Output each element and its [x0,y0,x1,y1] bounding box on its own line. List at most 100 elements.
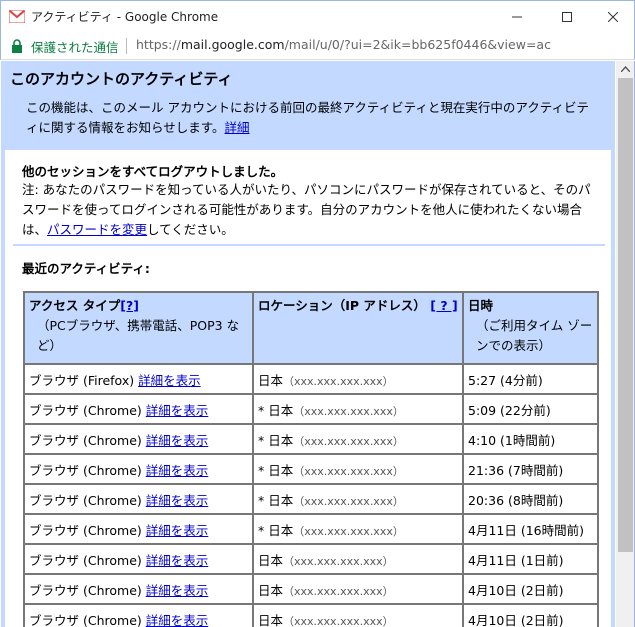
vertical-scrollbar[interactable] [616,61,635,627]
ip-address: （xxx.xxx.xxx.xxx） [293,405,404,418]
ip-address: （xxx.xxx.xxx.xxx） [293,495,404,508]
maximize-button[interactable] [545,1,589,33]
change-password-link[interactable]: パスワードを変更 [47,222,147,237]
table-row: ブラウザ (Chrome) 詳細を表示 * 日本（xxx.xxx.xxx.xxx）… [23,423,599,455]
access-text: ブラウザ (Chrome) [29,583,142,598]
location-text: 日本 [258,373,284,388]
location-help-link[interactable]: [ ? ] [430,298,457,313]
close-icon [608,12,618,22]
cell-access: ブラウザ (Chrome) 詳細を表示 [23,573,254,605]
intro-body: この機能は、このメール アカウントにおける前回の最終アクティビティと現在実行中の… [26,100,589,135]
show-details-link[interactable]: 詳細を表示 [146,553,209,568]
url-text[interactable]: https://mail.google.com/mail/u/0/?ui=2&i… [136,37,551,52]
access-text: ブラウザ (Chrome) [29,523,142,538]
show-details-link[interactable]: 詳細を表示 [146,403,209,418]
maximize-icon [562,12,572,22]
access-text: ブラウザ (Chrome) [29,403,142,418]
table-header-row: アクセス タイプ[?] （PCブラウザ、携帯電話、POP3 など） ロケーション（… [23,291,599,365]
intro-text: この機能は、このメール アカウントにおける前回の最終アクティビティと現在実行中の… [26,98,596,138]
cell-location: 日本（xxx.xxx.xxx.xxx） [252,543,464,575]
header-location: ロケーション（IP アドレス） [ ? ] [252,291,464,365]
table-row: ブラウザ (Chrome) 詳細を表示 日本（xxx.xxx.xxx.xxx） 4月… [23,573,599,605]
notice-text: 注: あなたのパスワードを知っている人がいたり、パソコンにパスワードが保存されて… [22,180,592,240]
show-details-link[interactable]: 詳細を表示 [146,523,209,538]
access-text: ブラウザ (Chrome) [29,463,142,478]
cell-location: * 日本（xxx.xxx.xxx.xxx） [252,483,464,515]
location-text: * 日本 [258,493,294,508]
location-text: * 日本 [258,523,294,538]
address-separator [126,38,127,54]
lock-icon [12,39,22,53]
location-text: * 日本 [258,403,294,418]
page-title: このアカウントのアクティビティ [10,70,233,88]
activity-panel: 他のセッションをすべてログアウトしました。 注: あなたのパスワードを知っている… [5,150,611,627]
access-text: ブラウザ (Firefox) [29,373,135,388]
cell-location: 日本（xxx.xxx.xxx.xxx） [252,573,464,605]
ip-address: （xxx.xxx.xxx.xxx） [293,465,404,478]
time-label: 日時 [468,298,494,313]
window-title: アクティビティ - Google Chrome [31,10,219,24]
access-text: ブラウザ (Chrome) [29,493,142,508]
cell-location: * 日本（xxx.xxx.xxx.xxx） [252,393,464,425]
show-details-link[interactable]: 詳細を表示 [138,373,201,388]
url-scheme: https:// [136,37,181,52]
ip-address: （xxx.xxx.xxx.xxx） [283,615,394,627]
access-text: ブラウザ (Chrome) [29,433,142,448]
cell-time: 4月11日 (16時間前) [462,513,599,545]
cell-location: * 日本（xxx.xxx.xxx.xxx） [252,513,464,545]
show-details-link[interactable]: 詳細を表示 [146,583,209,598]
table-row: ブラウザ (Chrome) 詳細を表示 * 日本（xxx.xxx.xxx.xxx）… [23,393,599,425]
scroll-up-arrow-icon[interactable] [621,66,630,72]
location-label: ロケーション（IP アドレス） [258,298,426,313]
ip-address: （xxx.xxx.xxx.xxx） [283,375,394,388]
minimize-icon [512,16,522,18]
table-row: ブラウザ (Firefox) 詳細を表示 日本（xxx.xxx.xxx.xxx） 5… [23,363,599,395]
cell-time: 21:36 (7時間前) [462,453,599,485]
location-text: 日本 [258,613,284,627]
cell-time: 20:36 (8時間前) [462,483,599,515]
page-content: このアカウントのアクティビティ この機能は、このメール アカウントにおける前回の… [1,61,615,627]
location-text: * 日本 [258,463,294,478]
show-details-link[interactable]: 詳細を表示 [146,433,209,448]
access-help-link[interactable]: [?] [120,298,139,313]
cell-access: ブラウザ (Chrome) 詳細を表示 [23,543,254,575]
show-details-link[interactable]: 詳細を表示 [146,613,209,627]
access-type-sub: （PCブラウザ、携帯電話、POP3 など） [37,318,240,353]
header-access-type: アクセス タイプ[?] （PCブラウザ、携帯電話、POP3 など） [23,291,254,365]
show-details-link[interactable]: 詳細を表示 [146,463,209,478]
scrollbar-thumb[interactable] [618,78,633,552]
cell-access: ブラウザ (Firefox) 詳細を表示 [23,363,254,395]
window-titlebar: アクティビティ - Google Chrome [0,0,635,32]
location-text: * 日本 [258,433,294,448]
cell-time: 4月10日 (2日前) [462,573,599,605]
table-row: ブラウザ (Chrome) 詳細を表示 日本（xxx.xxx.xxx.xxx） 4月… [23,543,599,575]
cell-time: 4:10 (1時間前) [462,423,599,455]
notice-title: 他のセッションをすべてログアウトしました。 [22,164,284,179]
table-row: ブラウザ (Chrome) 詳細を表示 * 日本（xxx.xxx.xxx.xxx）… [23,453,599,485]
show-details-link[interactable]: 詳細を表示 [146,493,209,508]
cell-access: ブラウザ (Chrome) 詳細を表示 [23,393,254,425]
ip-address: （xxx.xxx.xxx.xxx） [283,585,394,598]
close-button[interactable] [591,1,635,33]
address-bar[interactable]: 保護された通信 https://mail.google.com/mail/u/0… [0,32,635,60]
url-path: /mail/u/0/?ui=2&ik=bb625f0446&view=ac [284,37,551,52]
section-divider [13,244,605,246]
time-sub: （ご利用タイム ゾーンでの表示） [476,318,593,353]
location-text: 日本 [258,583,284,598]
secure-label: 保護された通信 [31,40,119,55]
access-type-label: アクセス タイプ [29,298,121,313]
gmail-icon [9,10,25,23]
cell-time: 5:27 (4分前) [462,363,599,395]
minimize-button[interactable] [495,1,539,33]
ip-address: （xxx.xxx.xxx.xxx） [293,525,404,538]
cell-location: * 日本（xxx.xxx.xxx.xxx） [252,453,464,485]
cell-location: 日本（xxx.xxx.xxx.xxx） [252,603,464,627]
table-row: ブラウザ (Chrome) 詳細を表示 日本（xxx.xxx.xxx.xxx） 4月… [23,603,599,627]
cell-access: ブラウザ (Chrome) 詳細を表示 [23,453,254,485]
location-text: 日本 [258,553,284,568]
url-host: mail.google.com [180,37,285,52]
details-link[interactable]: 詳細 [225,120,250,135]
cell-time: 5:09 (22分前) [462,393,599,425]
cell-time: 4月10日 (2日前) [462,603,599,627]
table-row: ブラウザ (Chrome) 詳細を表示 * 日本（xxx.xxx.xxx.xxx）… [23,513,599,545]
